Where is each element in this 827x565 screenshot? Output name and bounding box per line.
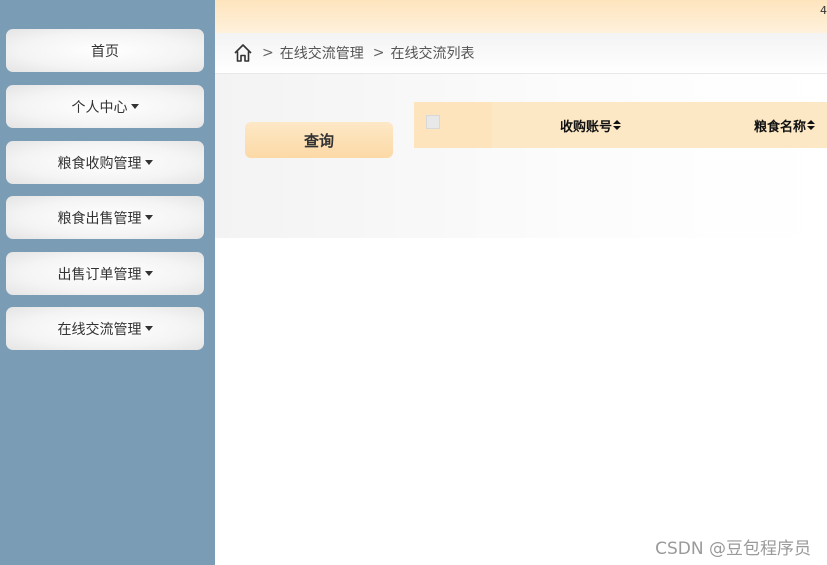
sidebar-item-grain-purchase[interactable]: 粮食收购管理 <box>6 141 204 184</box>
sidebar-item-label: 首页 <box>91 43 119 60</box>
watermark: CSDN @豆包程序员 <box>655 539 811 559</box>
sidebar-item-online-chat[interactable]: 在线交流管理 <box>6 307 204 350</box>
main-content: 查询 收购账号 粮食名称 <box>215 74 827 238</box>
sidebar-item-personal-center[interactable]: 个人中心 <box>6 85 204 128</box>
sidebar-item-grain-sale[interactable]: 粮食出售管理 <box>6 196 204 239</box>
top-bar-edge-mark: 4 <box>820 4 827 17</box>
top-bar: 4 <box>215 0 827 33</box>
sort-icon[interactable] <box>807 119 816 131</box>
caret-down-icon <box>144 326 153 331</box>
column-header-label: 收购账号 <box>560 119 613 135</box>
sidebar-item-label: 出售订单管理 <box>57 266 142 283</box>
column-header-grain-name[interactable]: 粮食名称 <box>754 102 816 148</box>
sidebar-item-sale-orders[interactable]: 出售订单管理 <box>6 252 204 295</box>
sidebar-item-home[interactable]: 首页 <box>6 29 204 72</box>
sort-icon[interactable] <box>613 119 622 131</box>
caret-down-icon <box>144 160 153 165</box>
select-all-cell <box>414 102 492 148</box>
column-header-purchase-account[interactable]: 收购账号 <box>560 102 622 148</box>
home-icon[interactable] <box>233 43 253 63</box>
caret-down-icon <box>144 215 153 220</box>
breadcrumb-item-online-chat-list: 在线交流列表 <box>390 46 475 62</box>
caret-down-icon <box>130 104 139 109</box>
table-header: 收购账号 粮食名称 <box>414 102 827 148</box>
caret-down-icon <box>144 271 153 276</box>
select-all-checkbox[interactable] <box>426 115 440 129</box>
breadcrumb-separator: > <box>262 45 274 61</box>
breadcrumb-separator: > <box>372 45 385 61</box>
sidebar-item-label: 粮食出售管理 <box>57 210 142 227</box>
breadcrumb-item-online-chat-management[interactable]: 在线交流管理 <box>280 43 364 63</box>
sidebar-item-label: 在线交流管理 <box>57 321 142 338</box>
query-button[interactable]: 查询 <box>245 122 393 158</box>
column-header-label: 粮食名称 <box>754 119 807 135</box>
sidebar-item-label: 粮食收购管理 <box>57 155 142 172</box>
sidebar-item-label: 个人中心 <box>71 99 128 116</box>
sidebar: 首页 个人中心 粮食收购管理 粮食出售管理 出售订单管理 在线交流管理 <box>0 0 215 565</box>
breadcrumb: > 在线交流管理 > 在线交流列表 <box>215 33 827 74</box>
